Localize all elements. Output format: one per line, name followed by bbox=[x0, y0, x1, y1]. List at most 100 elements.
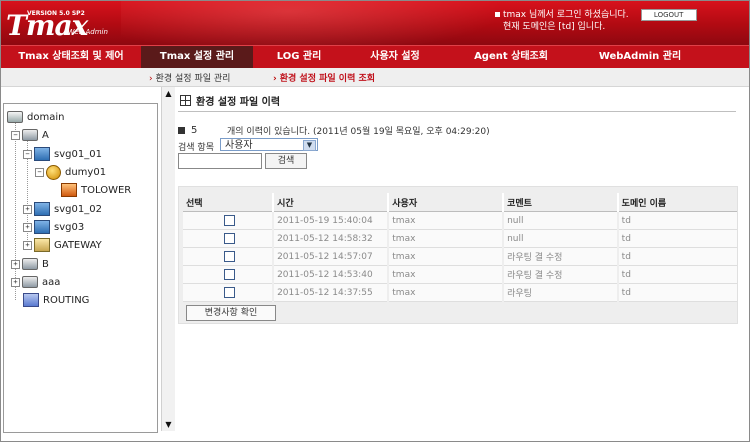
server-group-icon bbox=[34, 202, 50, 216]
comment-cell: null bbox=[502, 211, 618, 230]
user-cell: tmax bbox=[387, 229, 504, 248]
select-cell bbox=[183, 247, 274, 266]
tree-node-svg03[interactable]: + svg03 bbox=[23, 219, 84, 235]
node-icon bbox=[22, 276, 38, 288]
sub-nav: › 환경 설정 파일 관리 › 환경 설정 파일 이력 조회 bbox=[1, 68, 749, 87]
header-banner: VERSION 5.0 SP2 Tmax / Web Admin tmax 님께… bbox=[1, 1, 749, 45]
node-icon bbox=[22, 129, 38, 141]
tree-node-svg01-01[interactable]: − svg01_01 bbox=[23, 146, 102, 162]
scroll-up-icon[interactable]: ▲ bbox=[162, 87, 175, 100]
tree-scrollbar[interactable]: ▲ ▼ bbox=[161, 87, 175, 431]
row-checkbox[interactable] bbox=[223, 269, 235, 280]
time-cell: 2011-05-19 15:40:04 bbox=[272, 211, 389, 230]
row-checkbox[interactable] bbox=[223, 287, 235, 298]
row-checkbox[interactable] bbox=[223, 251, 235, 262]
collapse-icon[interactable]: − bbox=[11, 130, 20, 140]
history-count: 5 bbox=[191, 125, 198, 136]
logout-button[interactable]: LOGOUT bbox=[640, 9, 697, 21]
domain-cell: td bbox=[616, 265, 737, 284]
logo: Tmax bbox=[6, 9, 88, 42]
history-count-row: 5 개의 이력이 있습니다. (2011년 05월 19일 목요일, 오후 04… bbox=[178, 124, 490, 137]
main-content: 환경 설정 파일 이력 5 개의 이력이 있습니다. (2011년 05월 19… bbox=[176, 87, 738, 437]
table-row: 2011-05-12 14:53:40 tmax 라우팅 결 수정 td bbox=[183, 265, 737, 284]
tree-node-label: ROUTING bbox=[43, 294, 90, 306]
row-checkbox[interactable] bbox=[223, 233, 235, 244]
select-cell bbox=[183, 211, 274, 230]
select-cell bbox=[183, 283, 274, 302]
domain-cell: td bbox=[616, 247, 737, 266]
tree-node-label: A bbox=[42, 129, 49, 141]
confirm-changes-button[interactable]: 변경사항 확인 bbox=[186, 305, 276, 321]
collapse-icon[interactable]: − bbox=[23, 149, 32, 159]
server-process-icon bbox=[46, 164, 61, 180]
history-table-container: 선택 시간 사용자 코멘트 도메인 이름 2011-05-19 15:40:04… bbox=[178, 186, 738, 324]
main-nav: Tmax 상태조회 및 제어 Tmax 설정 관리 LOG 관리 사용자 설정 … bbox=[1, 45, 749, 69]
select-cell bbox=[183, 265, 274, 284]
table-row: 2011-05-12 14:57:07 tmax 라우팅 결 수정 td bbox=[183, 247, 737, 266]
table-row: 2011-05-19 15:40:04 tmax null td bbox=[183, 211, 737, 230]
tree-node-aaa[interactable]: + aaa bbox=[11, 274, 60, 290]
subnav-config-file-manage[interactable]: › 환경 설정 파일 관리 bbox=[149, 71, 230, 84]
comment-cell: 라우팅 결 수정 bbox=[502, 247, 618, 266]
server-group-icon bbox=[34, 147, 50, 161]
tree-node-a[interactable]: − A bbox=[11, 127, 49, 143]
tree-node-gateway[interactable]: + GATEWAY bbox=[23, 237, 102, 253]
tab-tmax-status[interactable]: Tmax 상태조회 및 제어 bbox=[1, 46, 141, 68]
tree-node-domain[interactable]: domain bbox=[7, 109, 64, 125]
search-field-select[interactable]: 사용자 ▼ bbox=[220, 138, 318, 151]
tree-node-label: svg03 bbox=[54, 221, 85, 233]
chevron-right-icon: › bbox=[149, 74, 153, 84]
time-cell: 2011-05-12 14:58:32 bbox=[272, 229, 389, 248]
search-button[interactable]: 검색 bbox=[265, 153, 307, 169]
row-checkbox[interactable] bbox=[223, 215, 235, 226]
col-header-comment: 코멘트 bbox=[502, 193, 618, 212]
collapse-icon[interactable]: − bbox=[35, 167, 44, 177]
search-label: 검색 항목 bbox=[178, 143, 214, 153]
expand-icon[interactable]: + bbox=[11, 259, 20, 269]
tab-agent-status[interactable]: Agent 상태조회 bbox=[445, 46, 577, 68]
tree-node-label: domain bbox=[27, 111, 65, 123]
node-icon bbox=[22, 258, 38, 270]
routing-icon bbox=[23, 293, 39, 307]
tab-tmax-config[interactable]: Tmax 설정 관리 bbox=[141, 46, 253, 68]
domain-cell: td bbox=[616, 211, 737, 230]
subnav-config-file-history[interactable]: › 환경 설정 파일 이력 조회 bbox=[273, 71, 375, 84]
server-group-icon bbox=[34, 220, 50, 234]
domain-tree: domain − A − svg01_01 − dumy01 TOLOWER +… bbox=[3, 103, 158, 433]
login-info: tmax 님께서 로그인 하셨습니다. LOGOUT 현재 도메인은 [td] … bbox=[495, 9, 697, 33]
user-cell: tmax bbox=[387, 283, 504, 302]
logo-subtitle: / Web Admin bbox=[63, 28, 108, 36]
tab-webadmin[interactable]: WebAdmin 관리 bbox=[577, 46, 703, 68]
tree-node-b[interactable]: + B bbox=[11, 256, 49, 272]
history-count-text: 개의 이력이 있습니다. (2011년 05월 19일 목요일, 오후 04:2… bbox=[227, 127, 490, 137]
chevron-down-icon[interactable]: ▼ bbox=[303, 140, 316, 151]
header-gloss bbox=[121, 1, 541, 45]
tree-node-tolower[interactable]: TOLOWER bbox=[61, 182, 131, 198]
history-table: 선택 시간 사용자 코멘트 도메인 이름 2011-05-19 15:40:04… bbox=[183, 193, 737, 302]
tree-node-svg01-02[interactable]: + svg01_02 bbox=[23, 201, 102, 217]
gateway-icon bbox=[34, 238, 50, 252]
tab-log[interactable]: LOG 관리 bbox=[253, 46, 345, 68]
scroll-down-icon[interactable]: ▼ bbox=[162, 418, 175, 431]
tab-user-settings[interactable]: 사용자 설정 bbox=[345, 46, 445, 68]
tree-node-label: aaa bbox=[42, 276, 61, 288]
login-bullet-icon bbox=[495, 12, 500, 17]
tree-node-routing[interactable]: ROUTING bbox=[23, 292, 89, 308]
server-icon bbox=[7, 111, 23, 123]
tree-node-dumy01[interactable]: − dumy01 bbox=[35, 164, 106, 180]
service-icon bbox=[61, 183, 77, 197]
tree-node-label: TOLOWER bbox=[81, 184, 132, 196]
grid-icon bbox=[180, 95, 191, 106]
subnav-label: 환경 설정 파일 관리 bbox=[155, 74, 231, 84]
col-header-time: 시간 bbox=[272, 193, 389, 212]
tree-node-label: svg01_02 bbox=[54, 203, 102, 215]
tree-node-label: B bbox=[42, 258, 49, 270]
expand-icon[interactable]: + bbox=[11, 277, 20, 287]
expand-icon[interactable]: + bbox=[23, 222, 32, 232]
tree-node-label: GATEWAY bbox=[54, 239, 102, 251]
expand-icon[interactable]: + bbox=[23, 240, 32, 250]
expand-icon[interactable]: + bbox=[23, 204, 32, 214]
comment-cell: 라우팅 bbox=[502, 283, 618, 302]
search-input[interactable] bbox=[178, 153, 262, 169]
col-header-select: 선택 bbox=[183, 193, 274, 212]
